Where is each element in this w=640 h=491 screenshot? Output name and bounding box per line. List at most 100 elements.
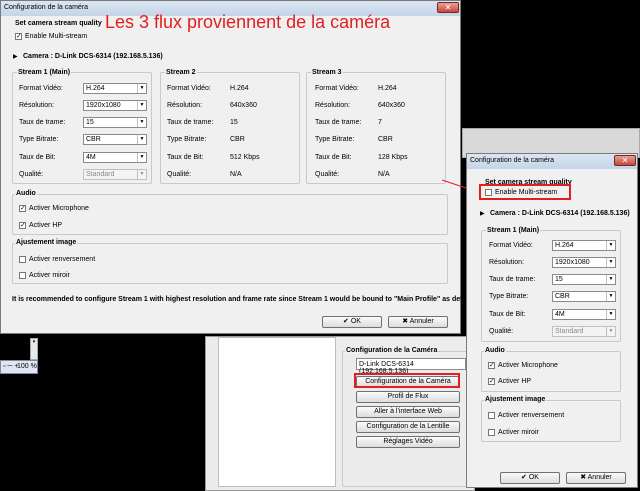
stream2-taux: 15 — [230, 119, 238, 126]
camera-name: Camera : D-Link DCS-6314 (192.168.5.136) — [490, 210, 630, 217]
chevron-down-icon: ▼ — [606, 327, 615, 336]
stream2-bit: 512 Kbps — [230, 154, 260, 161]
qualite-value: Standard — [555, 328, 584, 335]
hp-label: Activer HP — [29, 222, 63, 229]
chevron-down-icon: ▼ — [137, 101, 146, 110]
image-title: Ajustement image — [484, 396, 547, 403]
bit-value: 4M — [555, 311, 565, 318]
qualite-select[interactable]: Standard ▼ — [552, 326, 616, 337]
type-label: Type Bitrate: — [19, 136, 59, 143]
highlight-multistream — [479, 184, 571, 200]
bit-select[interactable]: 4M ▼ — [83, 152, 147, 163]
taux-label: Taux de trame: — [167, 119, 214, 126]
stream2-title: Stream 2 — [165, 69, 197, 76]
resolution-label: Résolution: — [315, 102, 351, 109]
resolution-label: Résolution: — [167, 102, 203, 109]
check-icon: ✔ — [343, 318, 351, 325]
chevron-down-icon: ▼ — [137, 170, 146, 179]
hp-label: Activer HP — [498, 378, 532, 385]
stream3-resolution: 640x360 — [378, 102, 405, 109]
chevron-down-icon: ▼ — [606, 258, 615, 267]
taux-label: Taux de trame: — [489, 276, 536, 283]
mirror-checkbox[interactable] — [19, 272, 26, 279]
x-icon: ✖ — [580, 474, 588, 481]
window-title: Configuration de la caméra — [470, 157, 555, 164]
resolution-select[interactable]: 1920x1080 ▼ — [552, 257, 616, 268]
bit-label: Taux de Bit: — [19, 154, 56, 161]
stream3-taux: 7 — [378, 119, 382, 126]
type-select[interactable]: CBR ▼ — [83, 134, 147, 145]
format-select[interactable]: H.264 ▼ — [552, 240, 616, 251]
chevron-down-icon: ▼ — [606, 241, 615, 250]
hp-checkbox[interactable]: ✓ — [488, 378, 495, 385]
mic-label: Activer Microphone — [498, 362, 558, 369]
type-label: Type Bitrate: — [315, 136, 355, 143]
taux-value: 15 — [86, 119, 94, 126]
web-interface-button[interactable]: Aller à l'interface Web — [356, 406, 460, 418]
cancel-label: Annuler — [409, 318, 434, 325]
taux-select[interactable]: 15 ▼ — [83, 117, 147, 128]
type-select[interactable]: CBR ▼ — [552, 291, 616, 302]
profil-flux-button[interactable]: Profil de Flux — [356, 391, 460, 403]
camera-field[interactable]: D-Link DCS-6314 (192.168.5.136) — [356, 358, 466, 375]
qualite-label: Qualité: — [167, 171, 192, 178]
mic-checkbox[interactable]: ✓ — [19, 205, 26, 212]
ok-button[interactable]: ✔ OK — [322, 316, 382, 328]
bit-label: Taux de Bit: — [489, 311, 526, 318]
chevron-down-icon: ▼ — [137, 84, 146, 93]
taux-value: 15 — [555, 276, 563, 283]
camera-config-group-title: Configuration de la Caméra — [345, 347, 439, 354]
chevron-down-icon: ▼ — [606, 310, 615, 319]
hp-checkbox[interactable]: ✓ — [19, 222, 26, 229]
reverse-label: Activer renversement — [498, 412, 565, 419]
video-settings-button[interactable]: Réglages Vidéo — [356, 436, 460, 448]
resolution-value: 1920x1080 — [86, 102, 121, 109]
mirror-checkbox[interactable] — [488, 429, 495, 436]
bit-label: Taux de Bit: — [167, 154, 204, 161]
resolution-label: Résolution: — [489, 259, 525, 266]
cancel-button[interactable]: ✖ Annuler — [566, 472, 626, 484]
format-label: Format Vidéo: — [19, 85, 63, 92]
bg-scrollbar[interactable]: ▾ — [30, 338, 38, 360]
bit-select[interactable]: 4M ▼ — [552, 309, 616, 320]
format-value: H.264 — [86, 85, 105, 92]
taux-select[interactable]: 15 ▼ — [552, 274, 616, 285]
chevron-down-icon: ▼ — [606, 292, 615, 301]
reverse-checkbox[interactable] — [488, 412, 495, 419]
mic-checkbox[interactable]: ✓ — [488, 362, 495, 369]
lens-config-button[interactable]: Configuration de la Lentille — [356, 421, 460, 433]
ok-label: OK — [350, 318, 361, 325]
reverse-checkbox[interactable] — [19, 256, 26, 263]
cancel-button[interactable]: ✖ Annuler — [388, 316, 448, 328]
background-window: Configuration de la Caméra D-Link DCS-63… — [205, 336, 475, 491]
stream2-format: H.264 — [230, 85, 249, 92]
stream3-title: Stream 3 — [311, 69, 343, 76]
background-left-panel — [218, 337, 336, 487]
ok-button[interactable]: ✔ OK — [500, 472, 560, 484]
bit-value: 4M — [86, 154, 96, 161]
highlight-config-button — [354, 373, 460, 388]
chevron-down-icon: ▼ — [137, 135, 146, 144]
stream3-bit: 128 Kbps — [378, 154, 408, 161]
expand-arrow-icon[interactable]: ▶ — [480, 210, 485, 217]
audio-title: Audio — [15, 190, 37, 197]
stream3-qualite: N/A — [378, 171, 390, 178]
format-label: Format Vidéo: — [489, 242, 533, 249]
check-icon: ✔ — [521, 474, 529, 481]
type-label: Type Bitrate: — [167, 136, 207, 143]
close-icon[interactable]: ✕ — [437, 2, 459, 13]
type-value: CBR — [555, 293, 570, 300]
qualite-select[interactable]: Standard ▼ — [83, 169, 147, 180]
stream3-format: H.264 — [378, 85, 397, 92]
close-icon[interactable]: ✕ — [614, 155, 636, 166]
qualite-label: Qualité: — [489, 328, 514, 335]
format-select[interactable]: H.264 ▼ — [83, 83, 147, 94]
window-title: Configuration de la caméra — [4, 4, 89, 11]
resolution-select[interactable]: 1920x1080 ▼ — [83, 100, 147, 111]
multistream-checkbox[interactable]: ✓ — [15, 33, 22, 40]
expand-arrow-icon[interactable]: ▶ — [13, 53, 18, 60]
zoom-level: 100 % — [17, 363, 37, 370]
ok-label: OK — [528, 474, 539, 481]
stream2-qualite: N/A — [230, 171, 242, 178]
recommendation-note: It is recommended to configure Stream 1 … — [12, 296, 477, 303]
